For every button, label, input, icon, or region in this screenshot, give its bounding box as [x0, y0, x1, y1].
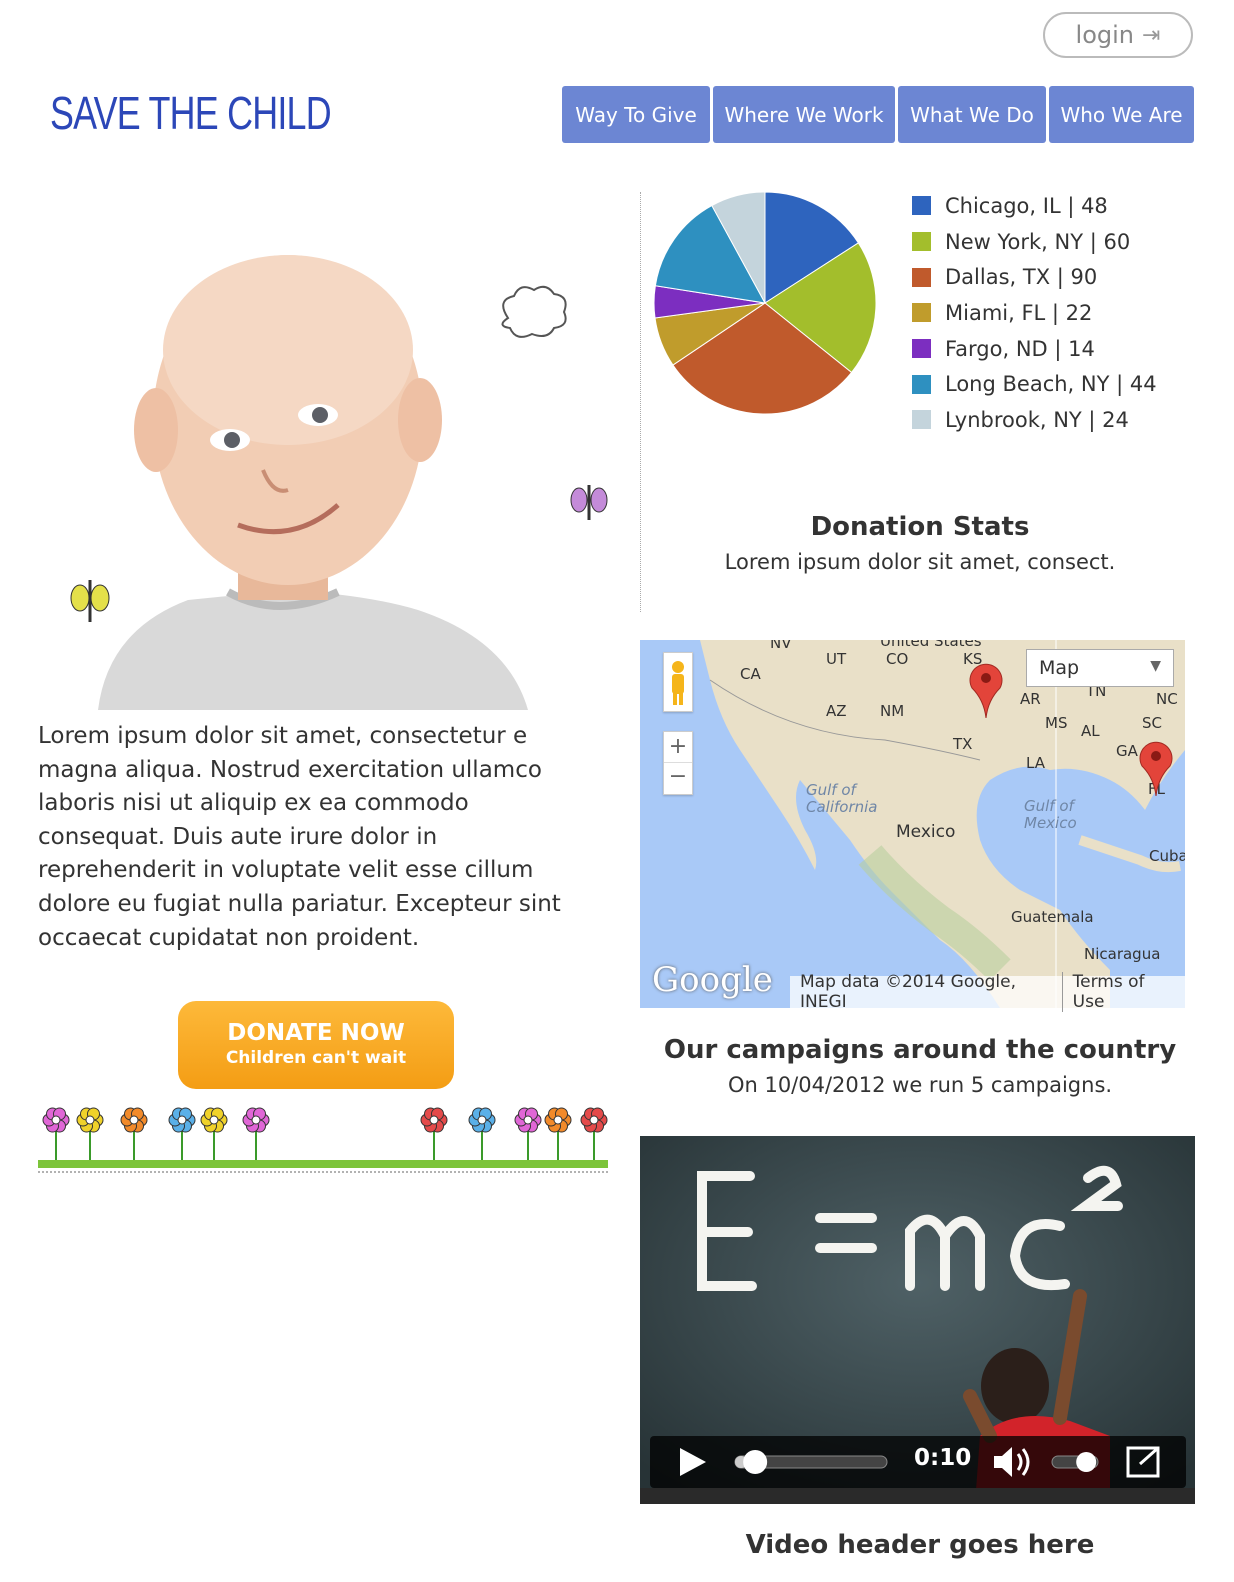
nav-way-to-give[interactable]: Way To Give	[562, 86, 710, 143]
zoom-out-button[interactable]: −	[664, 763, 692, 793]
legend-item: Miami, FL | 22	[912, 295, 1157, 331]
map-marker-icon[interactable]	[1136, 738, 1176, 798]
legend-item: Lynbrook, NY | 24	[912, 402, 1157, 438]
donation-stats-title: Donation Stats	[810, 512, 1030, 542]
login-icon: ⇥	[1142, 22, 1161, 48]
map-label: NV	[770, 640, 792, 652]
map-attribution: Map data ©2014 Google, INEGI	[800, 972, 1016, 1012]
volume-icon[interactable]	[994, 1447, 1030, 1477]
flower-doodle	[200, 1107, 228, 1160]
legend-item: Fargo, ND | 14	[912, 331, 1157, 367]
map-label: GA	[1116, 742, 1138, 760]
legend-swatch	[912, 196, 931, 216]
nav-what-we-do[interactable]: What We Do	[898, 86, 1046, 143]
nav-who-we-are[interactable]: Who We Are	[1049, 86, 1194, 143]
google-logo: Google	[652, 960, 773, 1000]
map-label: NM	[880, 702, 905, 720]
map-label: TX	[953, 735, 973, 753]
flower-doodle	[120, 1107, 148, 1160]
legend-label: Lynbrook, NY | 24	[945, 407, 1129, 432]
legend-swatch	[912, 303, 931, 323]
volume-handle[interactable]	[1076, 1452, 1097, 1472]
map-zoom-control: + −	[663, 731, 693, 795]
login-button[interactable]: login ⇥	[1043, 12, 1193, 58]
butterfly-doodle	[570, 485, 608, 520]
map-type-value: Map	[1039, 657, 1080, 679]
campaigns-subtitle: On 10/04/2012 we run 5 campaigns.	[727, 1073, 1113, 1097]
hero-child-image	[70, 255, 608, 710]
column-divider	[640, 192, 641, 612]
map-label: Guatemala	[1011, 908, 1094, 926]
legend-swatch	[912, 410, 931, 430]
flower-doodle	[168, 1107, 196, 1160]
map-label: Gulf of California	[806, 781, 878, 816]
legend-item: New York, NY | 60	[912, 224, 1157, 260]
flower-doodle	[580, 1107, 608, 1160]
map-label: CO	[886, 650, 909, 668]
map-label: NC	[1156, 690, 1178, 708]
flower-doodle	[514, 1107, 542, 1160]
video-time: 0:10	[914, 1445, 972, 1471]
map-label: Nicaragua	[1084, 945, 1161, 963]
legend-swatch	[912, 267, 931, 287]
legend-label: Chicago, IL | 48	[945, 193, 1108, 218]
flower-doodle	[420, 1107, 448, 1160]
play-icon[interactable]	[680, 1448, 706, 1476]
donation-pie-chart	[653, 191, 877, 415]
campaign-map[interactable]: NV UT United States CO KS CA AZ NM TX AR…	[640, 640, 1185, 1008]
legend-swatch	[912, 374, 931, 394]
legend-label: Miami, FL | 22	[945, 300, 1093, 325]
legend-item: Long Beach, NY | 44	[912, 366, 1157, 402]
map-label: LA	[1026, 754, 1045, 772]
map-label: SC	[1142, 714, 1162, 732]
legend-label: Dallas, TX | 90	[945, 265, 1098, 290]
map-attribution-bar: Map data ©2014 Google, INEGI Terms of Us…	[790, 972, 1185, 1012]
flower-doodle	[76, 1107, 104, 1160]
fullscreen-icon[interactable]	[1126, 1446, 1160, 1478]
login-label: login	[1075, 21, 1135, 49]
legend-item: Chicago, IL | 48	[912, 188, 1157, 224]
flower-doodle	[42, 1107, 70, 1160]
map-label: United States	[880, 640, 982, 650]
legend-item: Dallas, TX | 90	[912, 259, 1157, 295]
legend-swatch	[912, 339, 931, 359]
donate-now-button[interactable]: DONATE NOW Children can't wait	[178, 1001, 454, 1089]
map-label: Mexico	[896, 822, 956, 842]
flower-doodle	[468, 1107, 496, 1160]
logo-text: SAVE THE CHILD	[50, 87, 332, 139]
nav-where-we-work[interactable]: Where We Work	[713, 86, 895, 143]
donate-sublabel: Children can't wait	[225, 1048, 407, 1068]
legend-swatch	[912, 232, 931, 252]
map-terms-link[interactable]: Terms of Use	[1061, 972, 1185, 1012]
map-marker-icon[interactable]	[966, 660, 1006, 720]
street-view-pegman-icon[interactable]	[663, 652, 693, 712]
map-label: AL	[1081, 722, 1100, 740]
map-label: AZ	[826, 702, 847, 720]
video-seek-handle[interactable]	[743, 1450, 768, 1474]
map-label: UT	[826, 650, 847, 668]
map-type-select[interactable]: Map ▼	[1026, 649, 1174, 687]
map-label: AR	[1020, 690, 1041, 708]
intro-paragraph: Lorem ipsum dolor sit amet, consectetur …	[38, 723, 561, 951]
donate-label: DONATE NOW	[227, 1020, 405, 1046]
map-label: CA	[740, 665, 761, 683]
logo[interactable]: SAVE THE CHILD	[38, 70, 398, 156]
flowers-decoration	[38, 1107, 608, 1173]
map-label: Cuba	[1149, 847, 1185, 865]
chevron-down-icon: ▼	[1150, 658, 1161, 674]
pie-legend: Chicago, IL | 48 New York, NY | 60 Dallas,…	[912, 188, 1157, 438]
map-label: MS	[1045, 714, 1068, 732]
flower-doodle	[242, 1107, 270, 1160]
donation-stats-subtitle: Lorem ipsum dolor sit amet, consect.	[724, 550, 1116, 574]
legend-label: New York, NY | 60	[945, 229, 1131, 254]
zoom-in-button[interactable]: +	[664, 732, 692, 763]
campaigns-title: Our campaigns around the country	[663, 1035, 1177, 1065]
main-nav: Way To Give Where We Work What We Do Who…	[562, 86, 1194, 143]
flower-doodle	[544, 1107, 572, 1160]
map-label: Gulf of Mexico	[1024, 797, 1077, 832]
legend-label: Fargo, ND | 14	[945, 336, 1095, 361]
legend-label: Long Beach, NY | 44	[945, 372, 1157, 397]
video-title: Video header goes here	[745, 1530, 1095, 1560]
